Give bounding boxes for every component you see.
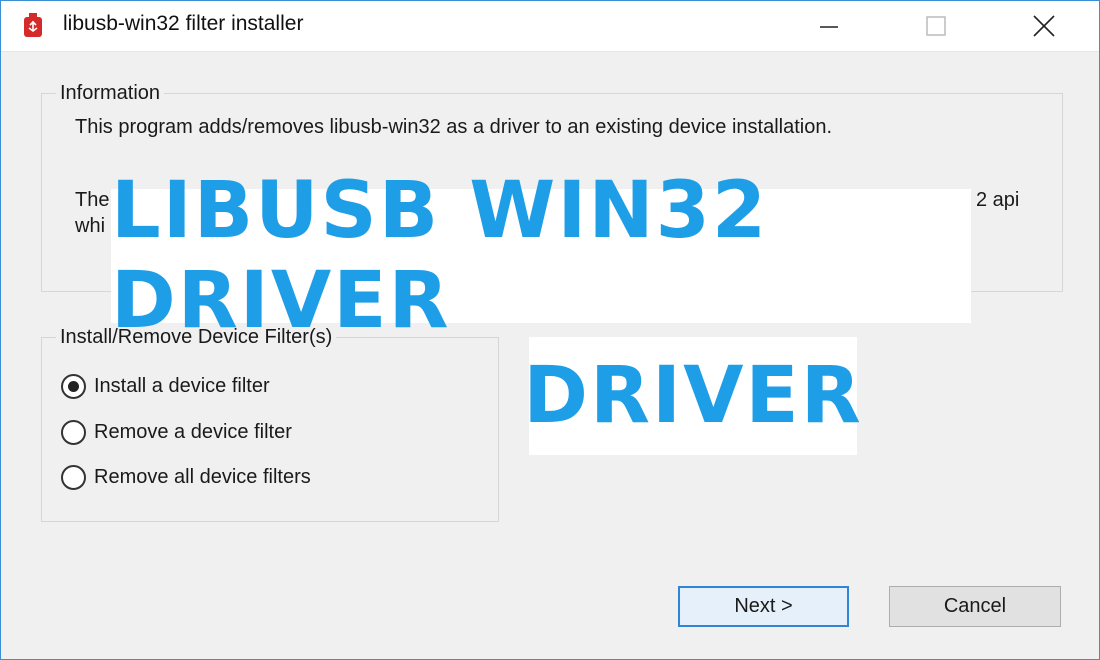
information-paragraph-2-line-1: The — [75, 189, 110, 211]
minimize-icon — [820, 26, 838, 28]
radio-remove-all-filters[interactable]: Remove all device filters — [61, 462, 311, 492]
radio-label: Install a device filter — [94, 374, 270, 397]
banner-main-overlay: LIBUSB WIN32 DRIVER — [111, 166, 971, 346]
device-filter-group: Install/Remove Device Filter(s) Install … — [41, 325, 499, 522]
radio-label: Remove all device filters — [94, 465, 311, 488]
information-legend: Information — [56, 81, 165, 105]
radio-button-icon[interactable] — [61, 419, 86, 445]
information-paragraph-2-line-2: whi — [75, 215, 106, 237]
information-paragraph-2-line-1-end: 2 api — [976, 189, 1020, 211]
maximize-icon — [926, 16, 946, 36]
radio-selected-dot — [68, 380, 79, 392]
radio-remove-filter[interactable]: Remove a device filter — [61, 417, 292, 447]
next-button[interactable]: Next > — [678, 586, 849, 627]
minimize-button[interactable] — [801, 1, 857, 51]
banner-sub-overlay: DRIVER — [523, 337, 861, 455]
radio-install-filter[interactable]: Install a device filter — [61, 371, 270, 401]
window-title: libusb-win32 filter installer — [63, 12, 304, 35]
installer-window: libusb-win32 filter installer Informatio… — [0, 0, 1100, 660]
radio-label: Remove a device filter — [94, 420, 292, 443]
radio-button-icon[interactable] — [61, 464, 86, 490]
title-bar: libusb-win32 filter installer — [1, 1, 1099, 52]
information-paragraph-1: This program adds/removes libusb-win32 a… — [75, 116, 833, 138]
radio-button-icon[interactable] — [61, 373, 86, 399]
usb-app-icon — [24, 13, 42, 37]
close-icon — [1033, 15, 1055, 37]
close-button[interactable] — [1016, 1, 1072, 51]
maximize-button[interactable] — [908, 1, 964, 51]
cancel-button[interactable]: Cancel — [889, 586, 1061, 627]
